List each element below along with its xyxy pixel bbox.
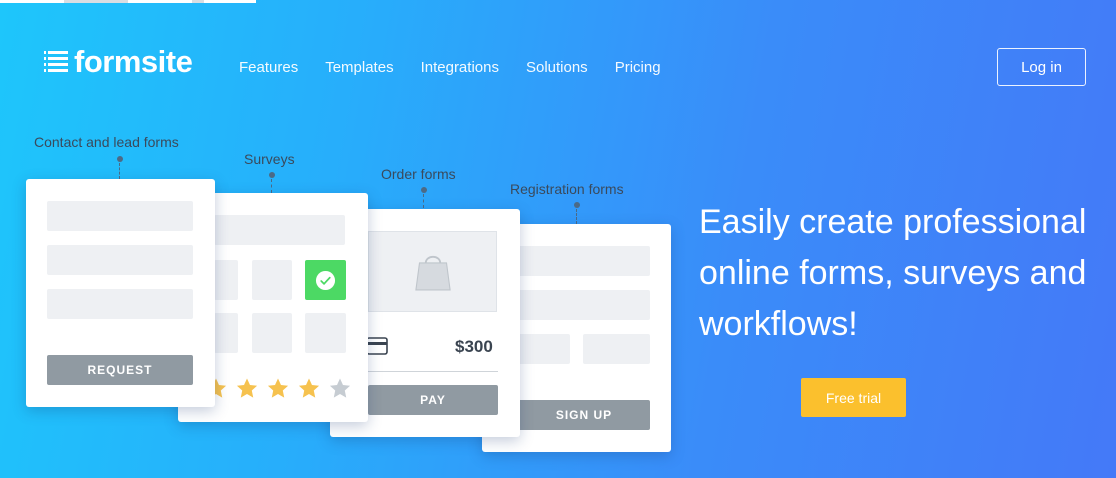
star-empty-icon [329, 378, 351, 398]
order-price: $300 [455, 337, 493, 356]
hero-headline: Easily create professional online forms,… [699, 203, 1087, 343]
pin-surveys [269, 172, 275, 178]
star-filled-icon [298, 378, 320, 398]
free-trial-button[interactable]: Free trial [801, 378, 906, 417]
contact-form-card: REQUEST [26, 179, 215, 407]
brand-name: formsite [74, 44, 193, 79]
brand-logo[interactable]: formsite [44, 44, 193, 79]
label-contact-forms: Contact and lead forms [34, 134, 179, 150]
product-image-placeholder [368, 231, 497, 312]
top-edge-strip [0, 0, 256, 3]
label-registration-forms: Registration forms [510, 181, 624, 197]
hero-section: formsite Features Templates Integrations… [0, 0, 1116, 478]
pin-order [421, 187, 427, 193]
nav-item-solutions[interactable]: Solutions [526, 59, 588, 76]
check-circle-icon [315, 270, 336, 290]
pay-button: PAY [368, 385, 498, 415]
login-button[interactable]: Log in [997, 48, 1086, 86]
shopping-bag-icon [415, 255, 451, 291]
star-filled-icon [236, 378, 258, 398]
credit-card-icon [366, 337, 388, 355]
request-button: REQUEST [47, 355, 193, 385]
star-rating [204, 377, 352, 400]
formsite-logo-icon [44, 50, 68, 72]
star-filled-icon [267, 378, 289, 398]
nav-item-integrations[interactable]: Integrations [421, 59, 499, 76]
nav-item-templates[interactable]: Templates [325, 59, 393, 76]
nav-item-features[interactable]: Features [239, 59, 298, 76]
label-surveys: Surveys [244, 151, 295, 167]
order-divider [368, 371, 498, 372]
checked-option [305, 260, 346, 300]
main-nav: Features Templates Integrations Solution… [239, 59, 688, 76]
pin-contact [117, 156, 123, 162]
sign-up-button: SIGN UP [518, 400, 650, 430]
pin-registration [574, 202, 580, 208]
nav-item-pricing[interactable]: Pricing [615, 59, 661, 76]
label-order-forms: Order forms [381, 166, 456, 182]
